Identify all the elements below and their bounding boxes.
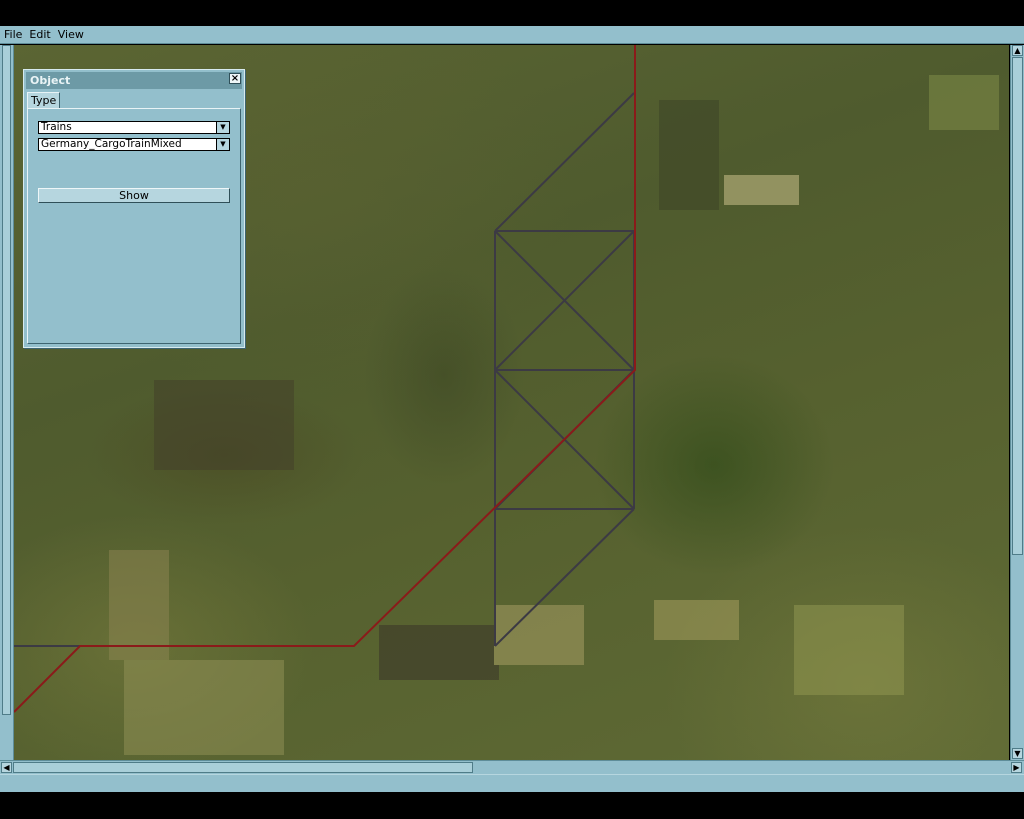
field-patch [124, 660, 284, 755]
field-patch [379, 625, 499, 680]
grid-line [494, 92, 635, 232]
menu-edit[interactable]: Edit [25, 26, 53, 43]
vertical-scrollbar-thumb[interactable] [1012, 57, 1023, 555]
field-patch [659, 100, 719, 210]
horizontal-scrollbar-thumb[interactable] [13, 762, 473, 773]
scroll-right-arrow-icon[interactable]: ▶ [1011, 762, 1022, 773]
category-select[interactable]: Trains ▼ [38, 121, 230, 134]
editor-window: File Edit View ▲ ▼ ◀ ▶ Object × Type Tra… [0, 0, 1024, 819]
show-button[interactable]: Show [38, 188, 230, 203]
field-patch [154, 380, 294, 470]
object-select[interactable]: Germany_CargoTrainMixed ▼ [38, 138, 230, 151]
left-scrollbar-thumb[interactable] [2, 45, 11, 715]
vertical-scrollbar[interactable]: ▲ ▼ [1010, 45, 1024, 760]
object-select-value: Germany_CargoTrainMixed [41, 138, 182, 150]
field-patch [794, 605, 904, 695]
category-select-value: Trains [41, 121, 72, 133]
panel-title[interactable]: Object [26, 72, 242, 89]
scroll-left-arrow-icon[interactable]: ◀ [1, 762, 12, 773]
field-patch [654, 600, 739, 640]
chevron-down-icon[interactable]: ▼ [216, 122, 229, 133]
horizontal-scrollbar[interactable]: ◀ ▶ [0, 760, 1024, 774]
status-bar [0, 774, 1024, 792]
menu-view[interactable]: View [54, 26, 87, 43]
field-patch [109, 550, 169, 660]
left-scrollbar[interactable] [0, 45, 14, 760]
menu-file[interactable]: File [0, 26, 25, 43]
scroll-up-arrow-icon[interactable]: ▲ [1012, 45, 1023, 56]
close-icon[interactable]: × [229, 73, 241, 84]
field-patch [724, 175, 799, 205]
tab-type[interactable]: Type [27, 92, 61, 109]
menu-bar: File Edit View [0, 26, 1024, 44]
panel-body: Trains ▼ Germany_CargoTrainMixed ▼ Show [27, 108, 241, 344]
chevron-down-icon[interactable]: ▼ [216, 139, 229, 150]
scroll-down-arrow-icon[interactable]: ▼ [1012, 748, 1023, 759]
object-panel: Object × Type Trains ▼ Germany_CargoTrai… [23, 69, 245, 348]
field-patch [929, 75, 999, 130]
